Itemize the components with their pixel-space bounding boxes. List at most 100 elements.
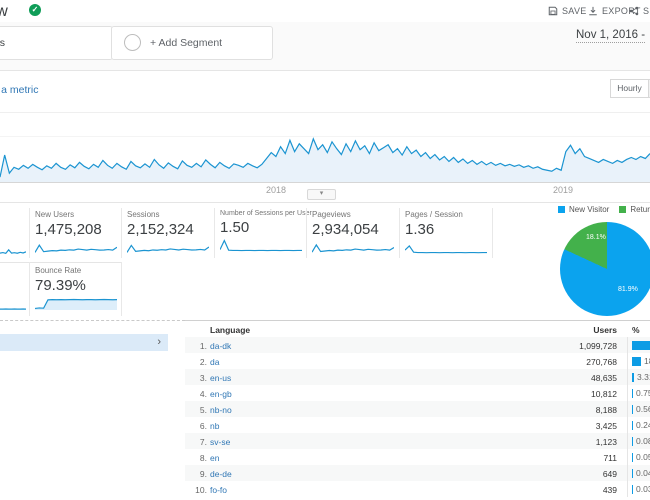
language-table-body: 1.da-dk 1,099,728 74.79% 2.da 270,768 18.42% 3… (185, 337, 650, 497)
row-rank: 1. (199, 341, 207, 351)
percent-bar (632, 388, 633, 398)
metric-label: Pageviews (312, 210, 351, 219)
language-link[interactable]: da-dk (210, 341, 231, 351)
row-rank: 10. (195, 485, 207, 495)
page-title: Audience Overview (0, 3, 8, 20)
metric-value: 2,934,054 (312, 221, 379, 238)
table-row: 9.de-de 649 0.04% (185, 465, 650, 481)
row-rank: 8. (199, 453, 207, 463)
percent-bar (632, 404, 633, 414)
metric-value: 79.39% (35, 277, 86, 294)
metric-value: 1,475,208 (35, 221, 102, 238)
percent-value: 3.31% (637, 372, 650, 382)
pie-slice-label-returning: 18.1% (586, 234, 606, 241)
metric-sparkline (35, 241, 117, 254)
percent-value: 0.03% (636, 484, 650, 494)
metric-value: 1.50 (220, 219, 250, 236)
share-button[interactable]: SHARE (629, 6, 650, 16)
percent-users-cell: 0.24% (632, 420, 650, 430)
chevron-right-icon: › (157, 336, 161, 348)
users-value: 3,425 (595, 421, 617, 431)
users-value: 649 (602, 469, 617, 479)
percent-bar (632, 452, 633, 462)
language-link[interactable]: da (210, 357, 219, 367)
percent-value: 0.04% (636, 468, 650, 478)
percent-bar (632, 468, 633, 478)
session-duration-sparkline-fragment (0, 300, 26, 313)
column-header-users[interactable]: Users (515, 325, 617, 335)
language-link[interactable]: de-de (210, 469, 232, 479)
column-header-language[interactable]: Language (210, 325, 250, 335)
percent-users-cell: 74.79% (632, 340, 650, 350)
percent-users-cell: 0.08% (632, 436, 650, 446)
add-segment-circle-icon (124, 34, 141, 51)
segment-chip-all-users[interactable]: All Users (0, 26, 113, 60)
language-link[interactable]: fo-fo (210, 485, 227, 495)
collapse-chart-button[interactable]: ▾ (307, 189, 336, 200)
language-link[interactable]: en (210, 453, 219, 463)
column-divider (627, 337, 628, 497)
percent-bar (632, 420, 633, 430)
percent-value: 0.05% (636, 452, 650, 462)
row-rank: 6. (199, 421, 207, 431)
download-icon (589, 6, 597, 16)
metric-card-new-users: New Users 1,475,208 (35, 210, 123, 254)
metric-label: Bounce Rate (35, 266, 82, 275)
divider (306, 208, 307, 258)
metric-card-pageviews: Pageviews 2,934,054 (312, 210, 400, 254)
divider (492, 208, 493, 258)
divider (214, 208, 215, 258)
share-icon (629, 6, 639, 16)
language-table: Language Users % Users 1.da-dk 1,099,728 7… (185, 320, 650, 497)
language-link[interactable]: en-gb (210, 389, 232, 399)
language-link[interactable]: sv-se (210, 437, 230, 447)
divider (399, 208, 400, 258)
select-metric-link[interactable]: Select a metric (0, 84, 38, 96)
percent-value: 0.56% (636, 404, 650, 414)
percent-users-cell: 0.56% (632, 404, 650, 414)
save-icon (548, 6, 558, 16)
percent-bar (632, 484, 633, 494)
table-row: 2.da 270,768 18.42% (185, 353, 650, 369)
metric-label: Number of Sessions per User (220, 210, 312, 217)
percent-value: 0.75% (636, 388, 650, 398)
language-link[interactable]: nb-no (210, 405, 232, 415)
divider (0, 112, 650, 113)
divider (0, 202, 650, 203)
divider (29, 262, 30, 316)
row-rank: 2. (199, 357, 207, 367)
metric-sparkline (220, 239, 302, 252)
x-axis-line (0, 182, 650, 183)
pie-slice-label-new: 81.9% (618, 286, 638, 293)
save-button[interactable]: SAVE (548, 6, 587, 16)
metric-card-sessions: Sessions 2,152,324 (127, 210, 215, 254)
table-row: 10.fo-fo 439 0.03% (185, 481, 650, 497)
users-value: 1,123 (595, 437, 617, 447)
metric-label: Pages / Session (405, 210, 463, 219)
segment-label: All Users (0, 37, 6, 49)
users-sparkline-fragment (0, 244, 26, 257)
users-value: 1,099,728 (579, 341, 617, 351)
table-row: 8.en 711 0.05% (185, 449, 650, 465)
users-value: 439 (602, 485, 617, 495)
add-segment-button[interactable]: + Add Segment (111, 26, 273, 60)
metric-sparkline (127, 241, 209, 254)
language-link[interactable]: nb (210, 421, 219, 431)
table-row: 3.en-us 48,635 3.31% (185, 369, 650, 385)
table-row: 4.en-gb 10,812 0.75% (185, 385, 650, 401)
x-tick-2018: 2018 (266, 185, 287, 195)
metric-sparkline (312, 241, 394, 254)
date-range-selector[interactable]: Nov 1, 2016 - (576, 29, 646, 43)
percent-users-cell: 0.04% (632, 468, 650, 478)
granularity-hourly-button[interactable]: Hourly (610, 79, 649, 98)
language-link[interactable]: en-us (210, 373, 231, 383)
row-rank: 9. (199, 469, 207, 479)
percent-users-cell: 0.03% (632, 484, 650, 494)
metric-sparkline (35, 297, 117, 310)
metric-label: New Users (35, 210, 75, 219)
nav-item-language-selected[interactable]: › (0, 334, 168, 351)
row-rank: 7. (199, 437, 207, 447)
row-rank: 4. (199, 389, 207, 399)
table-row: 5.nb-no 8,188 0.56% (185, 401, 650, 417)
users-timeline-chart (0, 133, 650, 182)
